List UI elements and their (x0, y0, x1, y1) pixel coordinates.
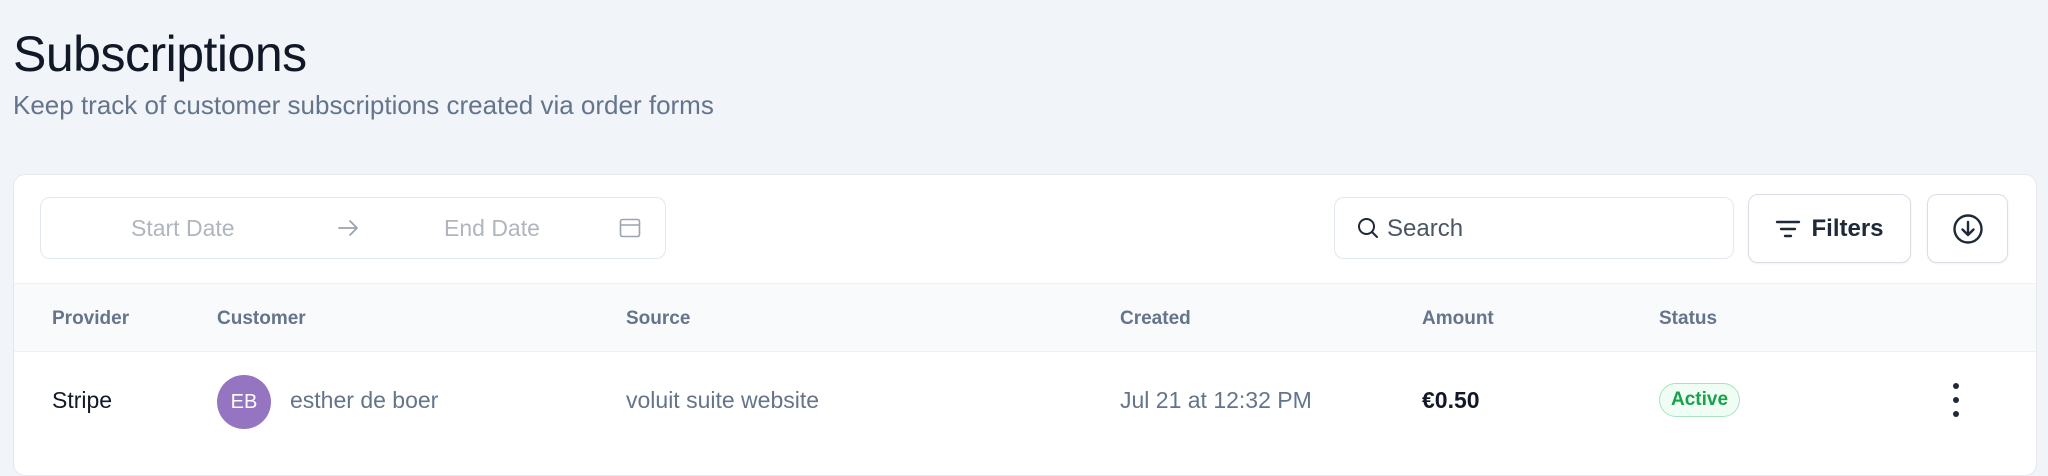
column-header-status[interactable]: Status (1659, 308, 1717, 330)
start-date-input[interactable]: Start Date (131, 215, 235, 242)
column-header-source[interactable]: Source (626, 308, 690, 330)
column-header-created[interactable]: Created (1120, 308, 1191, 330)
column-header-customer[interactable]: Customer (217, 308, 306, 330)
filters-button[interactable]: Filters (1748, 194, 1911, 263)
date-range-picker[interactable]: Start Date End Date (40, 197, 666, 259)
more-vertical-icon[interactable] (1942, 383, 1970, 417)
cell-created: Jul 21 at 12:32 PM (1120, 387, 1312, 413)
arrow-right-icon (336, 216, 360, 245)
search-icon (1356, 216, 1380, 245)
page-title: Subscriptions (13, 26, 307, 82)
page-subtitle: Keep track of customer subscriptions cre… (13, 90, 714, 120)
cell-customer-name: esther de boer (290, 387, 439, 413)
table-header: Provider Customer Source Created Amount … (14, 283, 2036, 352)
column-header-provider[interactable]: Provider (52, 308, 129, 330)
cell-source: voluit suite website (626, 387, 820, 413)
cell-amount: €0.50 (1422, 387, 1480, 413)
calendar-icon[interactable] (618, 216, 642, 245)
search-box[interactable] (1334, 197, 1734, 259)
filters-label: Filters (1811, 214, 1884, 242)
filter-lines-icon (1775, 218, 1801, 240)
end-date-input[interactable]: End Date (444, 215, 540, 242)
cell-provider: Stripe (52, 387, 113, 413)
search-input[interactable] (1385, 208, 1709, 250)
avatar: EB (217, 375, 271, 429)
subscriptions-card: Start Date End Date Filters Provider Cus… (13, 174, 2037, 476)
status-badge: Active (1659, 383, 1741, 417)
download-button[interactable] (1927, 194, 2008, 263)
column-header-amount[interactable]: Amount (1422, 308, 1494, 330)
download-circle-icon (1952, 213, 1984, 245)
